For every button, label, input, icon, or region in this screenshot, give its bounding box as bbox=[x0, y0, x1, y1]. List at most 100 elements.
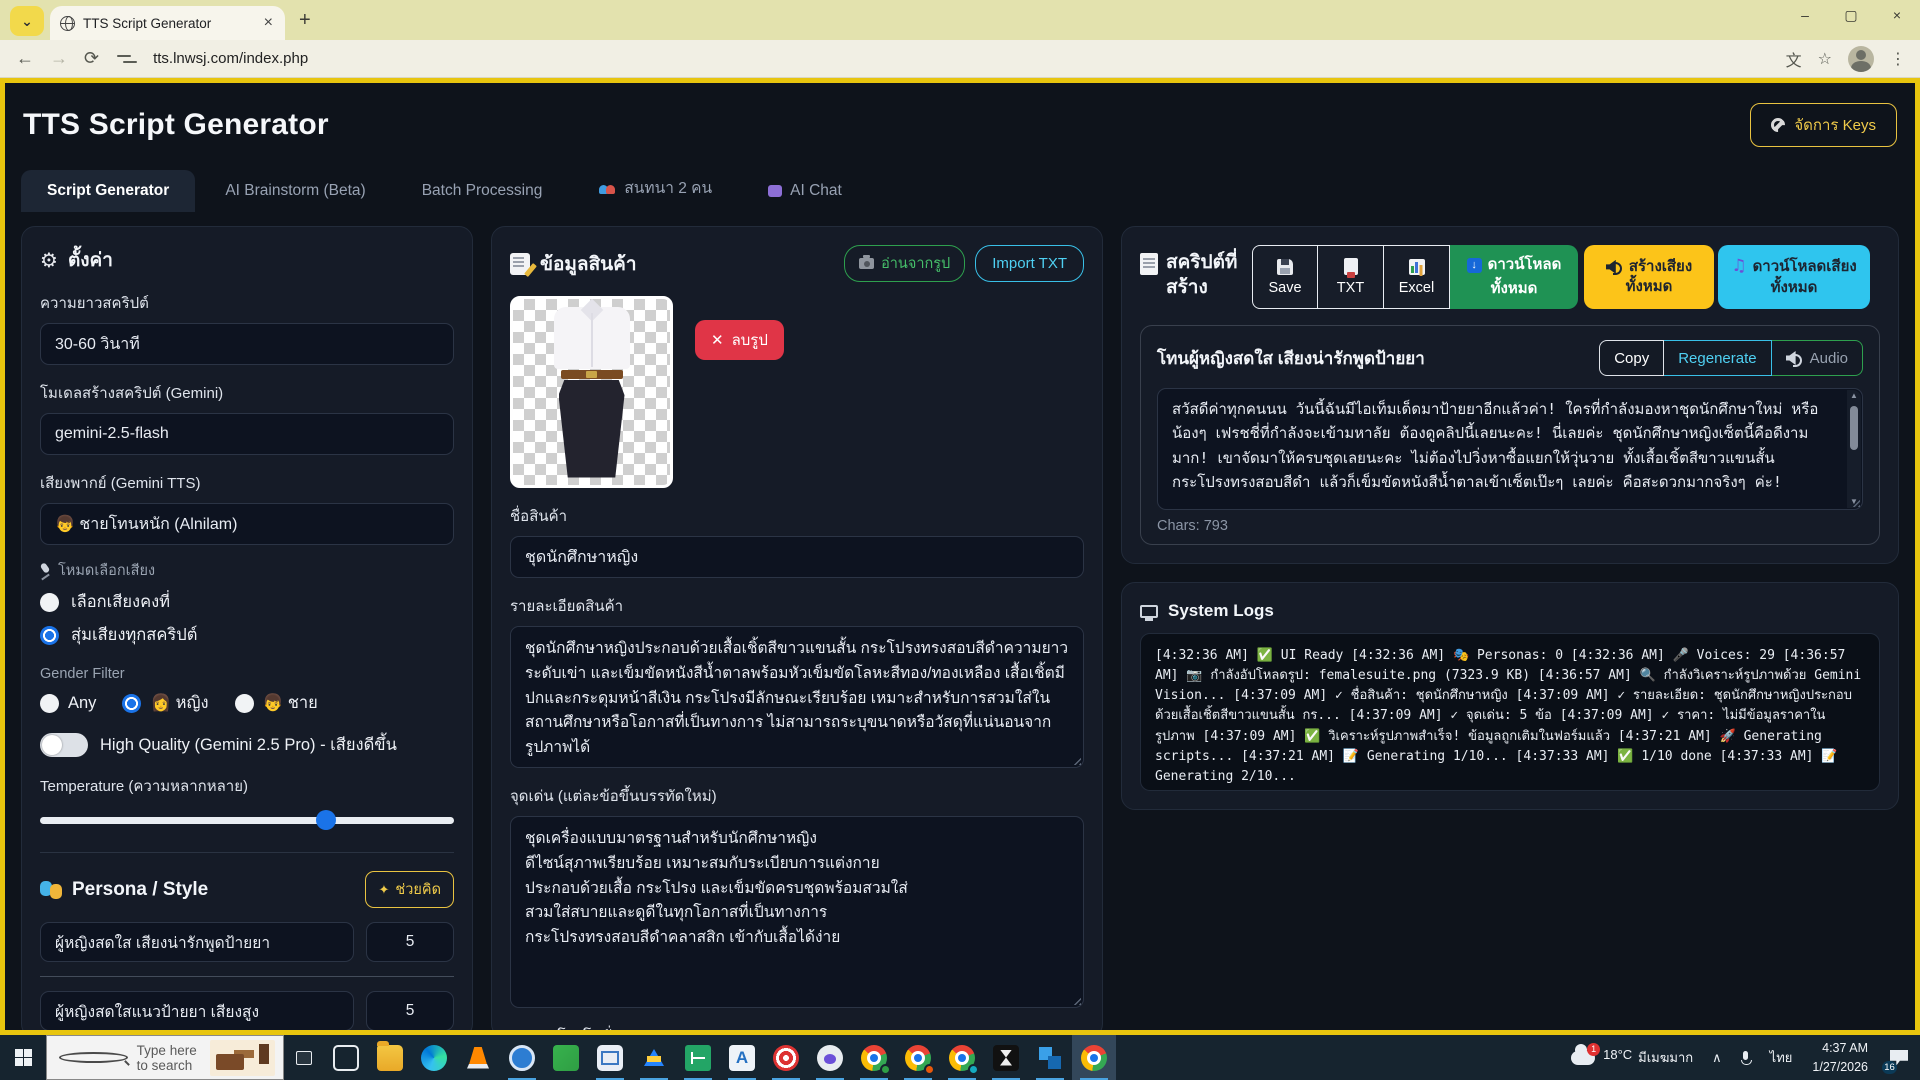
radio-unselected-icon[interactable] bbox=[40, 694, 59, 713]
start-button[interactable] bbox=[0, 1035, 46, 1080]
task-view-button[interactable] bbox=[284, 1035, 324, 1080]
script-textarea[interactable]: สวัสดีค่าทุกคนนน วันนี้ฉันมีไอเท็มเด็ดมา… bbox=[1157, 388, 1863, 510]
search-highlight-image[interactable] bbox=[210, 1040, 275, 1076]
persona-name-input[interactable] bbox=[40, 922, 354, 962]
taskbar-app-blue[interactable] bbox=[500, 1035, 544, 1080]
temperature-slider[interactable] bbox=[40, 810, 454, 830]
bookmark-star-icon[interactable]: ☆ bbox=[1818, 49, 1832, 69]
tray-microphone-icon[interactable] bbox=[1741, 1051, 1750, 1065]
tab-conversation[interactable]: สนทนา 2 คน bbox=[572, 163, 738, 212]
remove-image-button[interactable]: ✕ ลบรูป bbox=[695, 320, 784, 360]
slider-track[interactable] bbox=[40, 817, 454, 824]
reload-button[interactable]: ⟳ bbox=[84, 48, 99, 69]
voice-mode-random-option[interactable]: สุ่มเสียงทุกสคริปต์ bbox=[40, 622, 454, 648]
taskbar-app-hourglass[interactable] bbox=[984, 1035, 1028, 1080]
import-txt-button[interactable]: Import TXT bbox=[975, 245, 1084, 282]
read-from-image-button[interactable]: อ่านจากรูป bbox=[844, 245, 965, 282]
back-button[interactable]: ← bbox=[16, 48, 34, 69]
regenerate-button[interactable]: Regenerate bbox=[1664, 340, 1771, 376]
product-name-input[interactable] bbox=[510, 536, 1084, 578]
skirt-graphic bbox=[559, 380, 625, 478]
taskbar-app-green[interactable] bbox=[544, 1035, 588, 1080]
tab-ai-chat[interactable]: AI Chat bbox=[742, 170, 868, 212]
radio-selected-icon[interactable] bbox=[122, 694, 141, 713]
script-item: โทนผู้หญิงสดใส เสียงน่ารักพูดป้ายยา Copy… bbox=[1140, 325, 1880, 545]
manage-keys-button[interactable]: จัดการ Keys bbox=[1750, 103, 1897, 147]
taskbar-app-edge[interactable] bbox=[412, 1035, 456, 1080]
script-title: โทนผู้หญิงสดใส เสียงน่ารักพูดป้ายยา bbox=[1157, 345, 1425, 372]
browser-menu-icon[interactable]: ⋮ bbox=[1890, 49, 1906, 69]
voice-mode-fixed-option[interactable]: เลือกเสียงคงที่ bbox=[40, 589, 454, 615]
taskbar-app-anydesk[interactable] bbox=[720, 1035, 764, 1080]
tab-batch-processing[interactable]: Batch Processing bbox=[396, 170, 569, 212]
taskbar-search-box[interactable]: Type here to search bbox=[46, 1035, 284, 1080]
language-indicator[interactable]: ไทย bbox=[1760, 1047, 1803, 1068]
product-desc-textarea[interactable]: ชุดนักศึกษาหญิงประกอบด้วยเสื้อเชิ้ตสีขาว… bbox=[510, 626, 1084, 768]
browser-profile-button[interactable]: ⌄ bbox=[10, 6, 44, 36]
export-excel-button[interactable]: Excel bbox=[1384, 245, 1450, 309]
taskbar-app-drive[interactable] bbox=[632, 1035, 676, 1080]
download-all-audio-button[interactable]: ♫ ดาวน์โหลดเสียง ทั้งหมด bbox=[1718, 245, 1870, 309]
high-quality-toggle[interactable] bbox=[40, 733, 88, 757]
taskbar-app-paw[interactable] bbox=[808, 1035, 852, 1080]
download-all-button[interactable]: ↓ ดาวน์โหลด ทั้งหมด bbox=[1450, 245, 1578, 309]
voice-mode-label: โหมดเลือกเสียง bbox=[58, 559, 155, 582]
copy-button[interactable]: Copy bbox=[1599, 340, 1664, 376]
export-txt-button[interactable]: TXT bbox=[1318, 245, 1384, 309]
tab-script-generator[interactable]: Script Generator bbox=[21, 170, 195, 212]
taskbar-clock[interactable]: 4:37 AM 1/27/2026 bbox=[1802, 1039, 1878, 1075]
gender-female-option[interactable]: 👩 หญิง bbox=[122, 690, 208, 716]
generate-all-audio-button[interactable]: สร้างเสียง ทั้งหมด bbox=[1584, 245, 1714, 309]
save-button[interactable]: Save bbox=[1252, 245, 1318, 309]
tab-ai-brainstorm[interactable]: AI Brainstorm (Beta) bbox=[199, 170, 391, 212]
tray-expand-chevron[interactable]: ∧ bbox=[1703, 1050, 1731, 1066]
gender-male-option[interactable]: 👦 ชาย bbox=[235, 690, 318, 716]
new-tab-button[interactable]: + bbox=[299, 9, 311, 32]
address-bar[interactable]: tts.lnwsj.com/index.php bbox=[153, 50, 1786, 67]
taskbar-app-vlc[interactable] bbox=[456, 1035, 500, 1080]
taskbar-app-box[interactable] bbox=[324, 1035, 368, 1080]
assist-idea-button[interactable]: ✦ ช่วยคิด bbox=[365, 871, 454, 908]
voice-select[interactable]: 👦 ชายโทนหนัก (Alnilam) bbox=[40, 503, 454, 545]
scrollbar[interactable]: ▲ ▼ bbox=[1847, 390, 1861, 508]
taskbar-app-chrome-active[interactable] bbox=[1072, 1035, 1116, 1080]
taskbar-app-chrome-profile1[interactable] bbox=[852, 1035, 896, 1080]
radio-unselected-icon[interactable] bbox=[40, 593, 59, 612]
gender-any-option[interactable]: Any bbox=[40, 694, 96, 713]
persona-count-input[interactable] bbox=[366, 922, 454, 962]
slider-thumb[interactable] bbox=[316, 810, 336, 830]
tab-close-icon[interactable]: × bbox=[262, 14, 275, 32]
taskbar-app-sheets[interactable] bbox=[676, 1035, 720, 1080]
notification-center-button[interactable]: 16 bbox=[1878, 1035, 1920, 1080]
window-minimize-button[interactable]: – bbox=[1782, 0, 1828, 30]
forward-button[interactable]: → bbox=[50, 48, 68, 69]
translate-icon[interactable]: 文 bbox=[1786, 47, 1802, 71]
script-length-select[interactable]: 30-60 วินาที bbox=[40, 323, 454, 365]
taskbar-app-target[interactable] bbox=[764, 1035, 808, 1080]
edge-icon bbox=[421, 1045, 447, 1071]
weather-widget[interactable]: 1 18°C มีเมฆมาก bbox=[1561, 1047, 1703, 1068]
taskbar-app-chrome-profile3[interactable] bbox=[940, 1035, 984, 1080]
search-placeholder: Type here to search bbox=[137, 1043, 202, 1073]
taskbar-app-tiles[interactable] bbox=[1028, 1035, 1072, 1080]
radio-selected-icon[interactable] bbox=[40, 626, 59, 645]
taskbar-app-file-explorer[interactable] bbox=[368, 1035, 412, 1080]
radio-unselected-icon[interactable] bbox=[235, 694, 254, 713]
persona-count-input[interactable] bbox=[366, 991, 454, 1031]
model-select[interactable]: gemini-2.5-flash bbox=[40, 413, 454, 455]
letter-a-icon bbox=[729, 1045, 755, 1071]
log-box[interactable]: [4:32:36 AM] ✅ UI Ready [4:32:36 AM] 🎭 P… bbox=[1140, 633, 1880, 791]
audio-button[interactable]: Audio bbox=[1772, 340, 1863, 376]
scrollbar-thumb[interactable] bbox=[1850, 406, 1858, 450]
browser-tab[interactable]: TTS Script Generator × bbox=[50, 6, 285, 40]
taskbar-app-mail[interactable] bbox=[588, 1035, 632, 1080]
taskbar-app-chrome-profile2[interactable] bbox=[896, 1035, 940, 1080]
window-close-button[interactable]: × bbox=[1874, 0, 1920, 30]
highlights-textarea[interactable]: ชุดเครื่องแบบมาตรฐานสำหรับนักศึกษาหญิง ด… bbox=[510, 816, 1084, 1008]
browser-avatar[interactable] bbox=[1848, 46, 1874, 72]
persona-name-input[interactable] bbox=[40, 991, 354, 1031]
scroll-up-icon[interactable]: ▲ bbox=[1850, 390, 1858, 402]
scroll-down-icon[interactable]: ▼ bbox=[1850, 496, 1858, 508]
window-maximize-button[interactable]: ▢ bbox=[1828, 0, 1874, 30]
site-info-icon[interactable] bbox=[117, 48, 143, 70]
